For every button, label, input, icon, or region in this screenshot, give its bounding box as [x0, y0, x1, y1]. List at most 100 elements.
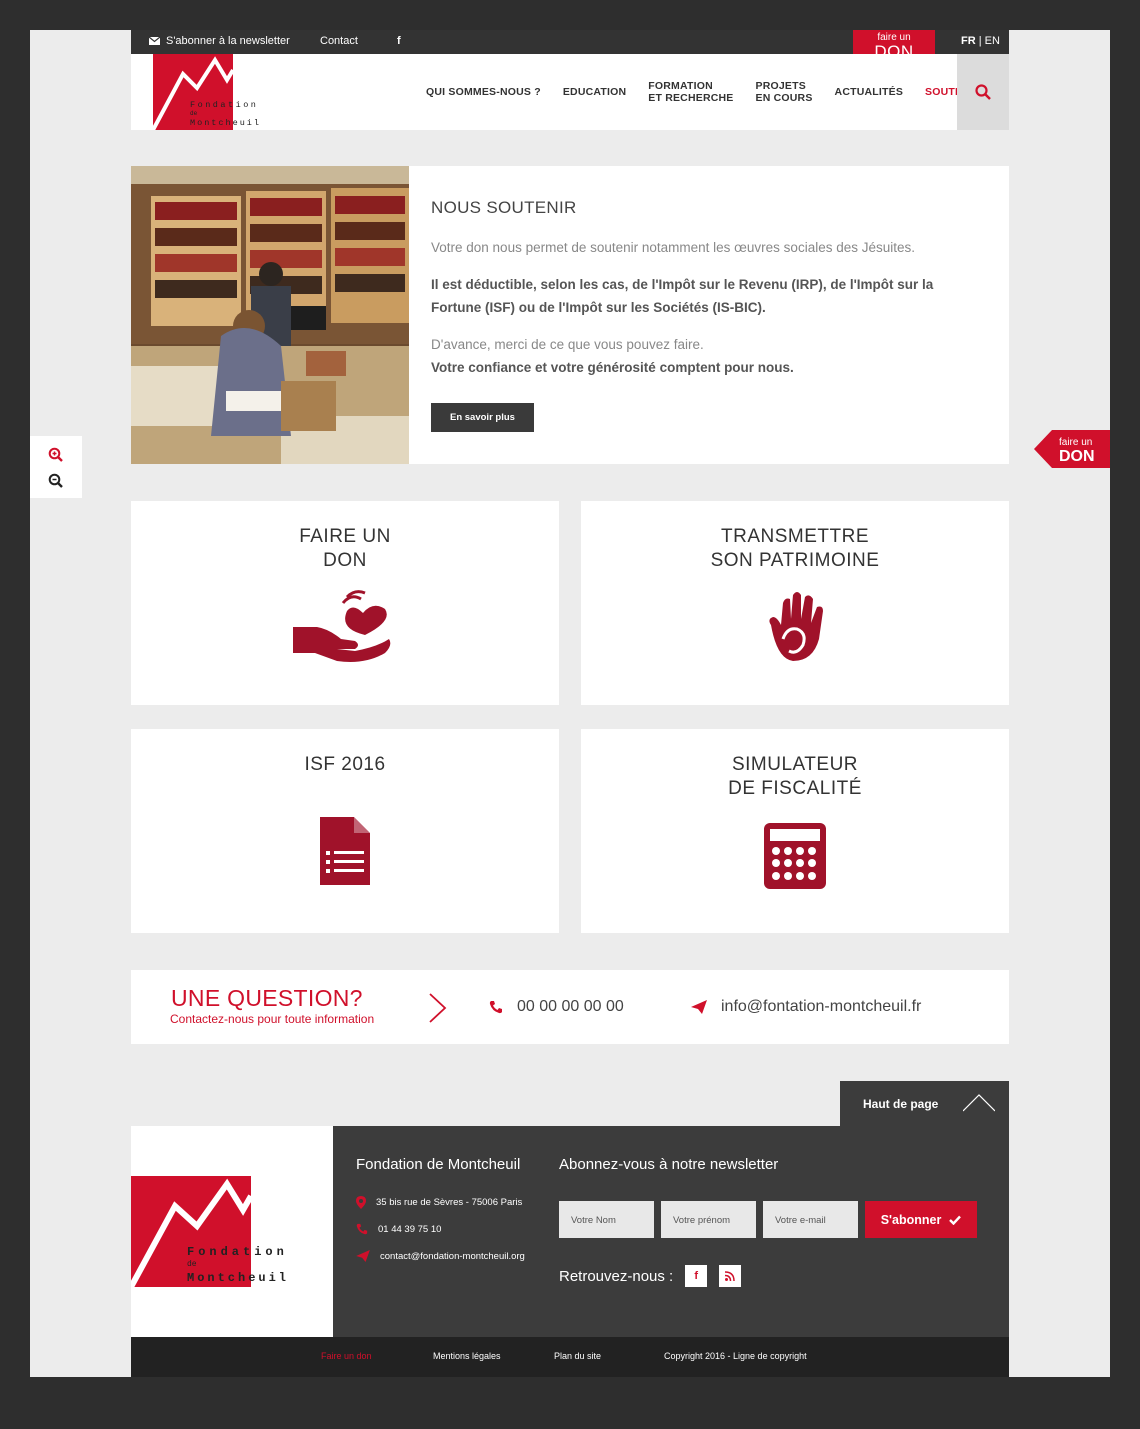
footer-phone[interactable]: 01 44 39 75 10: [356, 1222, 525, 1236]
main-nav: QUI SOMMES-NOUS ? EDUCATION FORMATION ET …: [415, 54, 992, 130]
check-icon: [949, 1215, 962, 1225]
bottom-link-legal[interactable]: Mentions légales: [433, 1351, 501, 1361]
nav-item-qui-sommes-nous[interactable]: QUI SOMMES-NOUS ?: [415, 86, 552, 98]
intro-paragraph-3: D'avance, merci de ce que vous pouvez fa…: [431, 337, 704, 352]
side-donate-tab[interactable]: faire un DON: [1034, 430, 1110, 468]
footer-email-text: contact@fondation-montcheuil.org: [380, 1250, 525, 1262]
card-title-line2: DE FISCALITÉ: [728, 778, 862, 799]
card-simulateur-fiscalite[interactable]: SIMULATEUR DE FISCALITÉ: [581, 729, 1009, 933]
social-row: Retrouvez-nous : f: [559, 1265, 977, 1287]
card-title: ISF 2016: [131, 729, 559, 777]
footer-logo-line1: Fondation: [187, 1245, 288, 1259]
logo[interactable]: Fondation de Montcheuil: [151, 54, 259, 131]
card-title-line2: SON PATRIMOINE: [710, 550, 880, 571]
newsletter-name-input[interactable]: Votre Nom: [559, 1201, 654, 1238]
location-pin-icon: [356, 1195, 366, 1209]
facebook-glyph: f: [694, 1270, 699, 1282]
zoom-out-icon[interactable]: [48, 473, 64, 489]
intro-text: NOUS SOUTENIR Votre don nous permet de s…: [431, 198, 971, 432]
question-title: UNE QUESTION?: [171, 985, 363, 1011]
footer-contact: Fondation de Montcheuil 35 bis rue de Sè…: [356, 1156, 525, 1276]
newsletter-firstname-input[interactable]: Votre prénom: [661, 1201, 756, 1238]
question-subtitle: Contactez-nous pour toute information: [170, 1012, 375, 1026]
rss-icon[interactable]: [719, 1265, 742, 1287]
intro-paragraph-1: Votre don nous permet de soutenir notamm…: [431, 240, 915, 255]
language-switcher: FR | EN: [961, 35, 1000, 47]
card-transmettre-patrimoine[interactable]: TRANSMETTRE SON PATRIMOINE: [581, 501, 1009, 705]
card-isf-2016[interactable]: ISF 2016: [131, 729, 559, 933]
nav-label-line2: ET RECHERCHE: [648, 92, 734, 104]
side-donate-small: faire un: [1059, 437, 1092, 448]
paper-plane-icon: [691, 1000, 707, 1014]
learn-more-button[interactable]: En savoir plus: [431, 403, 534, 432]
footer-org-title: Fondation de Montcheuil: [356, 1156, 521, 1173]
question-bar: UNE QUESTION? Contactez-nous pour toute …: [131, 970, 1009, 1044]
top-bar: S'abonner à la newsletter Contact f fair…: [131, 30, 1009, 64]
newsletter-title: Abonnez-vous à notre newsletter: [559, 1156, 779, 1173]
subscribe-label: S'abonner: [880, 1212, 942, 1227]
card-title: SIMULATEUR DE FISCALITÉ: [581, 729, 1009, 801]
card-faire-un-don[interactable]: FAIRE UN DON: [131, 501, 559, 705]
footer-logo: Fondation de Montcheuil: [128, 1126, 333, 1337]
nav-item-education[interactable]: EDUCATION: [552, 86, 637, 98]
lang-separator: |: [975, 35, 985, 47]
calculator-icon: [764, 823, 826, 889]
paper-plane-icon: [356, 1250, 370, 1262]
chevron-up-icon: [963, 1094, 995, 1112]
newsletter-email-input[interactable]: Votre e-mail: [763, 1201, 858, 1238]
card-title: TRANSMETTRE SON PATRIMOINE: [581, 501, 1009, 573]
footer: Fondation de Montcheuil Fondation de Mon…: [128, 1126, 1009, 1337]
nav-label-line2: EN COURS: [755, 92, 813, 104]
contact-link[interactable]: Contact: [320, 35, 358, 47]
chevron-right-icon: [429, 993, 447, 1023]
card-title-line1: ISF 2016: [304, 754, 386, 775]
logo-line2: de: [190, 110, 198, 117]
question-phone[interactable]: 00 00 00 00 00: [489, 998, 624, 1016]
bottom-link-donate[interactable]: Faire un don: [321, 1351, 372, 1361]
intro-paragraph-4: Votre confiance et votre générosité comp…: [431, 360, 794, 375]
bottom-bar: Faire un don Mentions légales Plan du si…: [131, 1337, 1009, 1377]
footer-logo-line3: Montcheuil: [187, 1271, 289, 1285]
facebook-icon[interactable]: f: [685, 1265, 708, 1287]
nav-item-formation[interactable]: FORMATION ET RECHERCHE: [637, 80, 744, 104]
nav-label: ACTUALITÉS: [834, 86, 904, 98]
footer-newsletter: Abonnez-vous à notre newsletter Votre No…: [559, 1156, 977, 1287]
card-title: FAIRE UN DON: [131, 501, 559, 573]
side-donate-big: DON: [1059, 448, 1095, 465]
logo-mark: Fondation de Montcheuil: [151, 54, 261, 131]
lang-en[interactable]: EN: [985, 35, 1000, 47]
lang-fr[interactable]: FR: [961, 35, 976, 47]
email-address: info@fontation-montcheuil.fr: [721, 998, 922, 1015]
bottom-link-sitemap[interactable]: Plan du site: [554, 1351, 601, 1361]
back-to-top-button[interactable]: Haut de page: [840, 1081, 1009, 1126]
search-button[interactable]: [957, 54, 1009, 130]
phone-icon: [356, 1223, 368, 1235]
footer-email[interactable]: contact@fondation-montcheuil.org: [356, 1249, 525, 1263]
footer-address: 35 bis rue de Sèvres - 75006 Paris: [356, 1195, 525, 1209]
newsletter-link[interactable]: S'abonner à la newsletter: [149, 35, 290, 47]
logo-line3: Montcheuil: [190, 118, 261, 128]
newsletter-label: S'abonner à la newsletter: [166, 35, 290, 47]
nav-label: EDUCATION: [562, 86, 627, 98]
search-icon: [975, 84, 991, 100]
copyright: Copyright 2016 - Ligne de copyright: [664, 1351, 807, 1361]
facebook-glyph: f: [397, 35, 401, 47]
hands-icon: [769, 592, 823, 661]
question-email[interactable]: info@fontation-montcheuil.fr: [691, 998, 921, 1016]
nav-item-actualites[interactable]: ACTUALITÉS: [824, 86, 915, 98]
card-title-line1: SIMULATEUR: [731, 754, 859, 775]
card-title-line1: TRANSMETTRE: [721, 526, 869, 547]
envelope-icon: [149, 37, 160, 45]
intro-title: NOUS SOUTENIR: [431, 198, 577, 217]
header: Fondation de Montcheuil QUI SOMMES-NOUS …: [131, 54, 1009, 131]
facebook-icon[interactable]: f: [397, 35, 401, 47]
card-title-line2: DON: [323, 550, 367, 571]
page-canvas: S'abonner à la newsletter Contact f fair…: [30, 30, 1110, 1377]
phone-icon: [489, 1001, 502, 1014]
subscribe-button[interactable]: S'abonner: [865, 1201, 977, 1238]
nav-item-projets[interactable]: PROJETS EN COURS: [745, 80, 824, 104]
library-photo: [131, 166, 409, 464]
card-title-line1: FAIRE UN: [299, 526, 391, 547]
zoom-in-icon[interactable]: [48, 447, 64, 463]
zoom-widget: [30, 436, 82, 498]
